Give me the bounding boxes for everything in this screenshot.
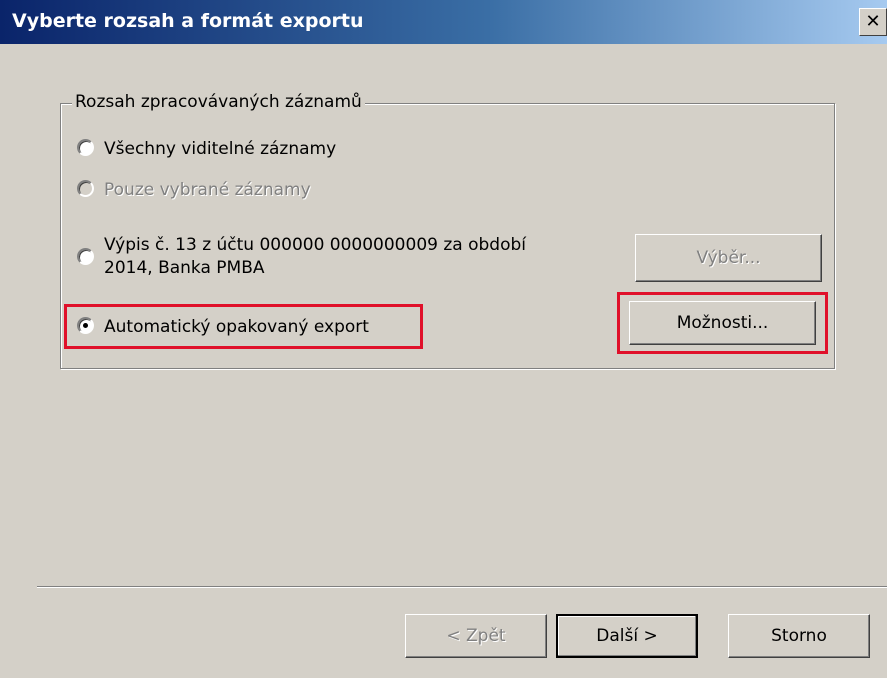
next-button[interactable]: Další >: [556, 614, 698, 658]
radio-auto-repeat-export[interactable]: Automatický opakovaný export: [77, 315, 369, 339]
radio-auto-repeat-export-circle[interactable]: [77, 317, 94, 334]
select-button: Výběr...: [635, 234, 822, 282]
radio-auto-repeat-export-label: Automatický opakovaný export: [104, 317, 369, 337]
radio-selected-only: Pouze vybrané záznamy: [77, 178, 311, 202]
radio-all-visible[interactable]: Všechny viditelné záznamy: [77, 137, 336, 161]
radio-statement-label-line1: Výpis č. 13 z účtu 000000 0000000009 za …: [104, 235, 526, 255]
window-title: Vyberte rozsah a formát exportu: [12, 10, 364, 32]
cancel-button[interactable]: Storno: [728, 614, 870, 658]
radio-statement-label-line2: 2014, Banka PMBA: [104, 258, 265, 278]
close-button[interactable]: ✕: [859, 8, 887, 36]
radio-all-visible-circle[interactable]: [77, 139, 94, 156]
back-button: < Zpět: [405, 614, 547, 658]
radio-all-visible-label: Všechny viditelné záznamy: [104, 139, 337, 159]
footer-separator: [37, 586, 887, 588]
options-button[interactable]: Možnosti...: [629, 301, 816, 345]
radio-statement-circle[interactable]: [77, 248, 94, 265]
radio-statement-label: Výpis č. 13 z účtu 000000 0000000009 za …: [104, 234, 526, 280]
radio-selected-only-label: Pouze vybrané záznamy: [104, 180, 311, 200]
title-bar: Vyberte rozsah a formát exportu ✕: [0, 0, 887, 44]
close-icon: ✕: [865, 11, 881, 32]
radio-statement[interactable]: Výpis č. 13 z účtu 000000 0000000009 za …: [77, 234, 526, 280]
group-label: Rozsah zpracovávaných záznamů: [72, 92, 365, 112]
radio-selected-only-circle: [77, 180, 94, 197]
